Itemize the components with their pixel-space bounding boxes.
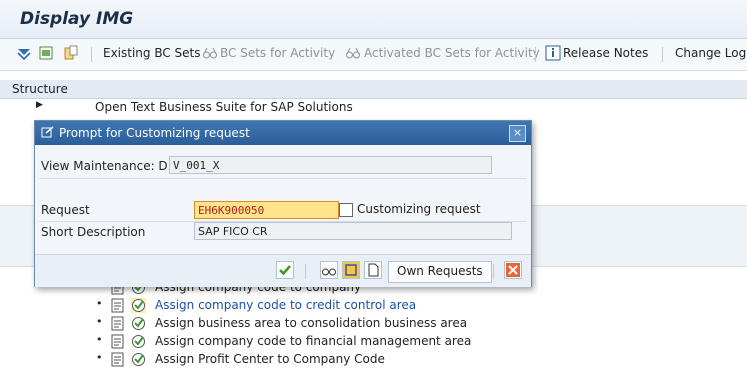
own-requests-button[interactable]: Own Requests	[388, 261, 492, 283]
existing-bc-sets-button[interactable]: Existing BC Sets	[103, 46, 201, 60]
cancel-x-icon	[506, 263, 520, 277]
confirm-button[interactable]	[276, 261, 294, 279]
glasses-icon	[322, 268, 336, 276]
cancel-button[interactable]	[504, 261, 522, 279]
activated-bc-sets-button[interactable]: Activated BC Sets for Activity	[364, 46, 540, 60]
structure-header: Structure	[0, 80, 747, 99]
request-input[interactable]: EH6K900050	[194, 201, 339, 219]
tree-node[interactable]: ▶ Open Text Business Suite for SAP Solut…	[0, 99, 747, 117]
change-log-button[interactable]: Change Log	[675, 46, 746, 60]
checkmark-icon	[279, 265, 291, 276]
expand-arrow-icon[interactable]: ▶	[36, 100, 43, 110]
view-maintenance-label: View Maintenance: D...	[41, 159, 180, 173]
bullet-icon: •	[96, 297, 103, 310]
tree-item-label[interactable]: Assign company code to credit control ar…	[155, 298, 416, 312]
bc-set-button[interactable]	[320, 261, 338, 279]
bc-sets-for-activity-button[interactable]: BC Sets for Activity	[220, 46, 335, 60]
documentation-icon[interactable]	[63, 45, 79, 61]
glasses-icon	[346, 47, 360, 59]
glasses-icon	[203, 47, 217, 59]
filter-icon[interactable]	[16, 45, 32, 61]
tree-row[interactable]: • Assign company code to financial manag…	[0, 333, 747, 351]
customizing-request-dialog: Prompt for Customizing request × View Ma…	[34, 120, 532, 287]
view-maintenance-field: V_001_X	[169, 156, 492, 174]
tree-row[interactable]: • Assign business area to consolidation …	[0, 315, 747, 333]
page-title: Display IMG	[20, 9, 134, 29]
request-label: Request	[41, 203, 90, 217]
execute-clock-icon[interactable]	[131, 352, 146, 367]
execute-clock-icon[interactable]	[131, 334, 146, 349]
tree-row[interactable]: • Assign Profit Center to Company Code	[0, 351, 747, 369]
create-request-button[interactable]	[364, 261, 382, 279]
prompt-icon	[41, 126, 54, 138]
new-document-icon	[368, 263, 379, 277]
bullet-icon: •	[96, 351, 103, 364]
find-icon[interactable]	[38, 45, 54, 61]
overview-icon	[345, 264, 357, 276]
dialog-title: Prompt for Customizing request	[59, 126, 250, 140]
dialog-footer: Own Requests	[35, 254, 531, 287]
title-bar: Display IMG	[0, 0, 747, 39]
copy-icon[interactable]	[339, 203, 353, 217]
execute-clock-icon[interactable]	[131, 316, 146, 331]
toolbar-separator	[535, 47, 536, 62]
tree-item-label[interactable]: Assign Profit Center to Company Code	[155, 352, 385, 366]
close-button[interactable]: ×	[509, 125, 526, 142]
tree-item-label[interactable]: Assign business area to consolidation bu…	[155, 316, 467, 330]
footer-separator	[305, 264, 306, 279]
request-type-label: Customizing request	[357, 202, 481, 216]
short-description-label: Short Description	[41, 225, 146, 239]
display-button[interactable]	[342, 261, 360, 279]
bullet-icon: •	[96, 315, 103, 328]
toolbar-separator	[662, 47, 663, 62]
dialog-title-bar: Prompt for Customizing request ×	[35, 121, 531, 145]
footer-separator	[493, 264, 494, 279]
release-notes-button[interactable]: Release Notes	[563, 46, 648, 60]
application-toolbar: Existing BC Sets BC Sets for Activity Ac…	[0, 39, 747, 71]
documentation-icon[interactable]	[111, 352, 125, 367]
bullet-icon: •	[96, 333, 103, 346]
structure-label: Structure	[12, 82, 68, 96]
toolbar-separator	[91, 47, 92, 62]
tree-row[interactable]: • Assign company code to credit control …	[0, 297, 747, 315]
info-icon	[545, 45, 561, 61]
divider	[39, 178, 527, 179]
documentation-icon[interactable]	[111, 334, 125, 349]
short-description-field: SAP FICO CR	[194, 222, 512, 240]
execute-clock-icon[interactable]	[131, 298, 146, 313]
documentation-icon[interactable]	[111, 298, 125, 313]
tree-item-label[interactable]: Assign company code to financial managem…	[155, 334, 471, 348]
tree-node-label[interactable]: Open Text Business Suite for SAP Solutio…	[95, 100, 353, 114]
documentation-icon[interactable]	[111, 316, 125, 331]
